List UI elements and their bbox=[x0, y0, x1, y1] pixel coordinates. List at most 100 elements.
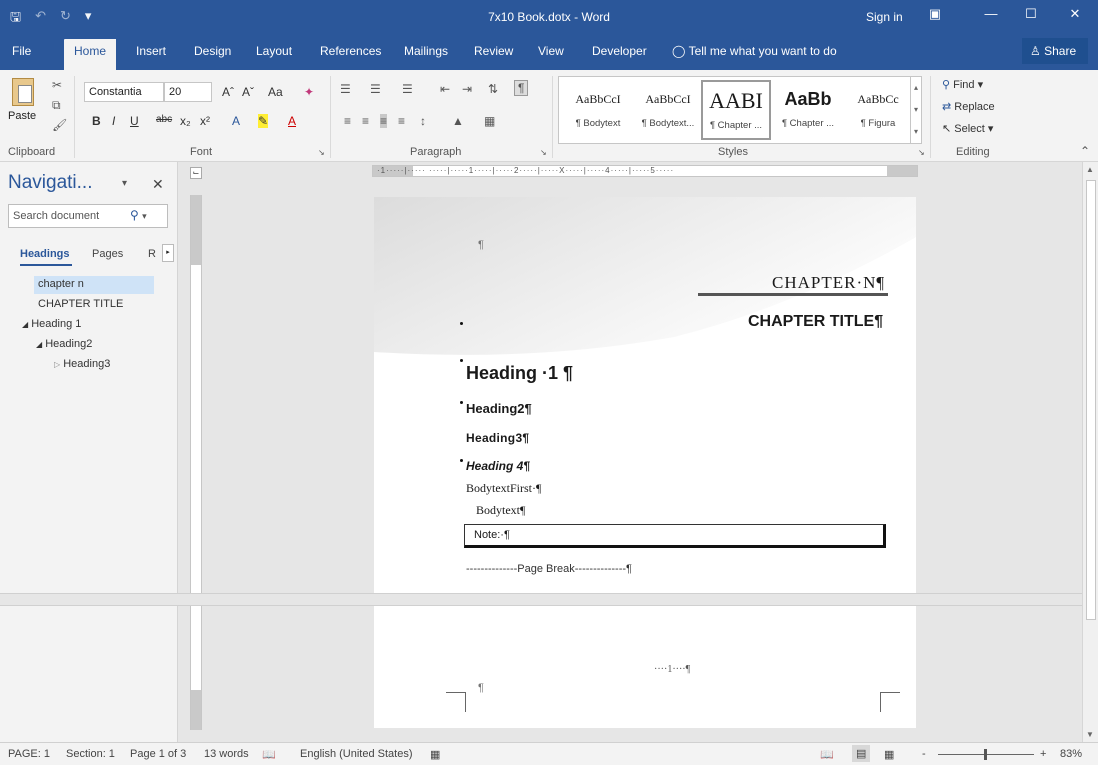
scroll-thumb[interactable] bbox=[1086, 180, 1096, 620]
note-text[interactable]: Note:·¶ bbox=[474, 529, 510, 541]
maximize-icon[interactable]: ☐ bbox=[1020, 6, 1042, 22]
format-painter-icon[interactable]: 🖌 bbox=[52, 118, 67, 132]
tab-view[interactable]: View bbox=[538, 44, 564, 58]
align-right-icon[interactable]: ≡ bbox=[380, 114, 388, 128]
body-text-first[interactable]: BodytextFirst·¶ bbox=[466, 481, 541, 496]
find-button[interactable]: ⚲ Find ▾ bbox=[942, 78, 983, 91]
body-text[interactable]: Bodytext¶ bbox=[476, 503, 525, 518]
tab-insert[interactable]: Insert bbox=[136, 44, 166, 58]
font-size-input[interactable]: 20 bbox=[164, 82, 212, 102]
style-bodytext-first[interactable]: AaBbCcI ¶ Bodytext... bbox=[633, 80, 703, 140]
style-figura[interactable]: AaBbCc ¶ Figura bbox=[843, 80, 913, 140]
chapter-title[interactable]: CHAPTER TITLE¶ bbox=[748, 313, 883, 331]
grow-font-button[interactable]: Aˆ bbox=[222, 85, 234, 99]
paste-icon[interactable] bbox=[12, 78, 34, 106]
zoom-slider-thumb[interactable] bbox=[984, 749, 987, 760]
status-language[interactable]: English (United States) bbox=[300, 748, 413, 760]
sort-icon[interactable]: ⇅ bbox=[488, 82, 498, 96]
status-word-count[interactable]: 13 words bbox=[204, 748, 249, 760]
borders-icon[interactable]: ▦ bbox=[484, 114, 495, 128]
collapse-triangle-icon[interactable]: ◢ bbox=[36, 340, 42, 349]
shading-icon[interactable]: ▲ bbox=[452, 114, 464, 128]
clear-formatting-icon[interactable]: ✦ bbox=[304, 85, 314, 99]
line-spacing-icon[interactable]: ↕ bbox=[420, 114, 426, 128]
subscript-button[interactable]: x₂ bbox=[180, 114, 191, 128]
scroll-down-icon[interactable]: ▼ bbox=[1086, 730, 1094, 739]
paste-button-label[interactable]: Paste bbox=[8, 110, 36, 122]
collapse-ribbon-icon[interactable]: ⌃ bbox=[1080, 144, 1090, 158]
page-break[interactable]: --------------Page Break--------------¶ bbox=[466, 563, 632, 575]
nav-heading-item[interactable]: ◢ Heading 1 bbox=[22, 318, 81, 330]
minimize-icon[interactable]: — bbox=[980, 6, 1002, 21]
ribbon-display-options-icon[interactable]: ▣ bbox=[924, 6, 946, 22]
superscript-button[interactable]: x² bbox=[200, 114, 210, 128]
italic-button[interactable]: I bbox=[112, 114, 115, 128]
tab-review[interactable]: Review bbox=[474, 44, 513, 58]
sign-in-link[interactable]: Sign in bbox=[866, 10, 903, 24]
nav-heading-item[interactable]: ▷ Heading3 bbox=[54, 358, 110, 370]
style-bodytext[interactable]: AaBbCcI ¶ Bodytext bbox=[563, 80, 633, 140]
tab-layout[interactable]: Layout bbox=[256, 44, 292, 58]
tab-results[interactable]: R bbox=[148, 248, 156, 260]
status-page-of[interactable]: Page 1 of 3 bbox=[130, 748, 186, 760]
style-chapter-title[interactable]: AaBb ¶ Chapter ... bbox=[773, 80, 843, 140]
zoom-out-button[interactable]: - bbox=[922, 748, 926, 760]
chapter-number[interactable]: CHAPTER·N¶ bbox=[772, 273, 885, 293]
align-center-icon[interactable]: ≡ bbox=[362, 114, 369, 128]
font-color-button[interactable]: A bbox=[288, 114, 296, 128]
numbering-icon[interactable]: ☰ bbox=[370, 82, 381, 96]
decrease-indent-icon[interactable]: ⇤ bbox=[440, 82, 450, 96]
zoom-in-button[interactable]: + bbox=[1040, 748, 1046, 760]
close-icon[interactable]: ✕ bbox=[152, 176, 164, 193]
vertical-ruler[interactable] bbox=[190, 195, 202, 730]
copy-icon[interactable]: ⧉ bbox=[52, 98, 61, 113]
multilevel-list-icon[interactable]: ☰ bbox=[402, 82, 413, 96]
strikethrough-button[interactable]: abc bbox=[156, 114, 172, 125]
justify-icon[interactable]: ≡ bbox=[398, 114, 405, 128]
shrink-font-button[interactable]: Aˇ bbox=[242, 85, 254, 99]
align-left-icon[interactable]: ≡ bbox=[344, 114, 351, 128]
bullets-icon[interactable]: ☰ bbox=[340, 82, 351, 96]
styles-dialog-launcher-icon[interactable]: ↘ bbox=[918, 148, 925, 157]
highlight-color-icon[interactable]: ✎ bbox=[258, 114, 269, 128]
zoom-level[interactable]: 83% bbox=[1060, 748, 1082, 760]
heading-4[interactable]: Heading 4¶ bbox=[466, 459, 530, 473]
macro-recording-icon[interactable]: ▦ bbox=[430, 748, 440, 761]
vertical-scrollbar[interactable]: ▲ ▼ bbox=[1082, 162, 1098, 742]
heading-3[interactable]: Heading3¶ bbox=[466, 431, 529, 445]
status-page[interactable]: PAGE: 1 bbox=[8, 748, 50, 760]
document-page[interactable]: ¶ CHAPTER·N¶ CHAPTER TITLE¶ Heading ·1 ¶… bbox=[374, 197, 916, 593]
heading-1[interactable]: Heading ·1 ¶ bbox=[466, 363, 573, 384]
styles-scroll[interactable]: ▴ ▾ ▾ bbox=[910, 77, 921, 143]
nav-heading-item[interactable]: ◢ Heading2 bbox=[36, 338, 92, 350]
nav-heading-item[interactable]: chapter n bbox=[34, 276, 154, 294]
web-layout-icon[interactable]: ▦ bbox=[884, 748, 894, 761]
font-name-input[interactable]: Constantia bbox=[84, 82, 164, 102]
paragraph-dialog-launcher-icon[interactable]: ↘ bbox=[540, 148, 547, 157]
horizontal-ruler[interactable]: ·1·····|····· ·····|·····1·····|·····2··… bbox=[372, 165, 918, 177]
status-section[interactable]: Section: 1 bbox=[66, 748, 115, 760]
close-icon[interactable]: ✕ bbox=[1064, 6, 1086, 22]
page-number-field[interactable]: ····1····¶ bbox=[654, 664, 690, 675]
document-page[interactable]: ····1····¶ ¶ bbox=[374, 606, 916, 728]
tab-selector-icon[interactable]: ⌙ bbox=[190, 167, 202, 179]
scroll-up-icon[interactable]: ▲ bbox=[1086, 165, 1094, 174]
tab-file[interactable]: File bbox=[12, 44, 31, 58]
text-effects-button[interactable]: A bbox=[232, 114, 240, 128]
tab-scroll-right-icon[interactable]: ▸ bbox=[162, 244, 174, 262]
nav-options-icon[interactable]: ▾ bbox=[122, 178, 127, 189]
tell-me-box[interactable]: ◯ Tell me what you want to do bbox=[672, 44, 837, 58]
expand-triangle-icon[interactable]: ▷ bbox=[54, 360, 60, 369]
cut-icon[interactable]: ✂ bbox=[52, 78, 62, 92]
font-dialog-launcher-icon[interactable]: ↘ bbox=[318, 148, 325, 157]
select-button[interactable]: ↖ Select ▾ bbox=[942, 122, 993, 135]
increase-indent-icon[interactable]: ⇥ bbox=[462, 82, 472, 96]
replace-button[interactable]: ⇄ Replace bbox=[942, 100, 995, 113]
collapse-triangle-icon[interactable]: ◢ bbox=[22, 320, 28, 329]
underline-button[interactable]: U bbox=[130, 114, 139, 128]
tab-headings[interactable]: Headings bbox=[20, 248, 70, 260]
tab-design[interactable]: Design bbox=[194, 44, 231, 58]
style-chapter-n[interactable]: AABI ¶ Chapter ... bbox=[701, 80, 771, 140]
print-layout-icon[interactable]: ▤ bbox=[852, 745, 871, 762]
heading-2[interactable]: Heading2¶ bbox=[466, 401, 532, 416]
